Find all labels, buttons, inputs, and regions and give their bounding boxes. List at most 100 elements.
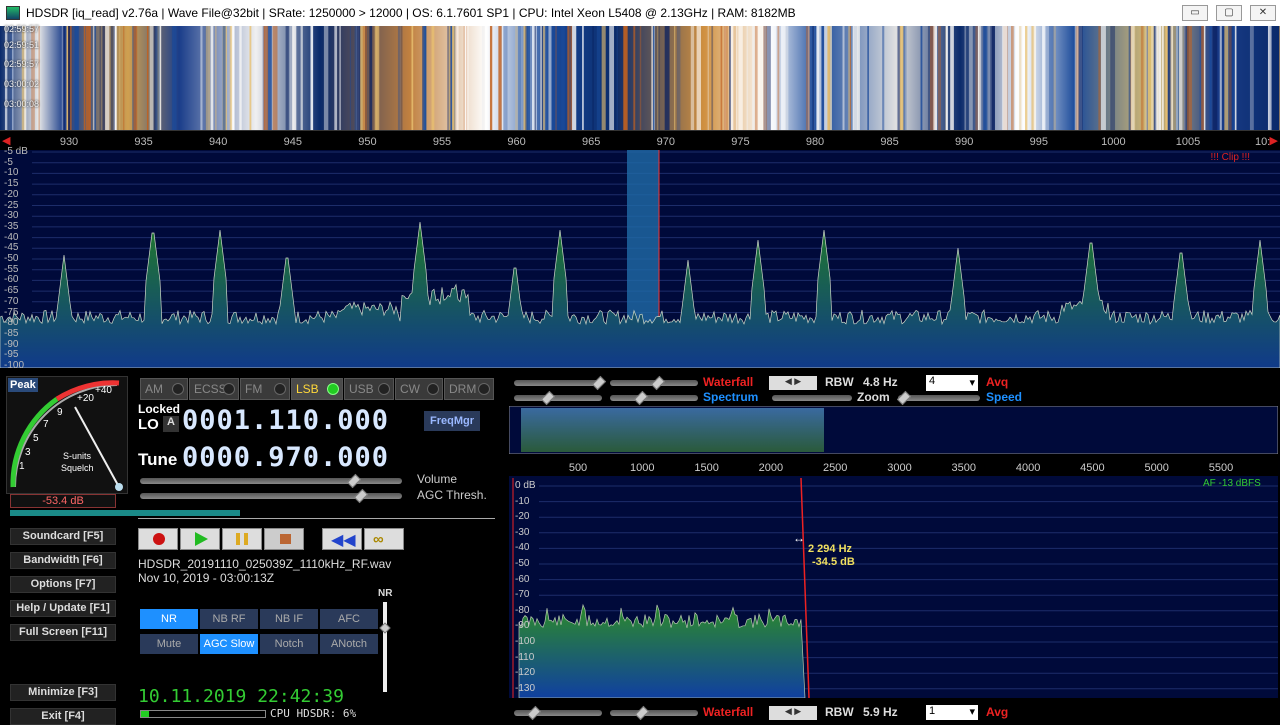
rbw-arrows[interactable]: ◀ ▶ (769, 376, 817, 390)
loop-icon: ∞ (373, 531, 384, 548)
options-button[interactable]: Options [F7] (10, 576, 116, 593)
mode-am-button[interactable]: AM (140, 378, 188, 400)
help-update-button[interactable]: Help / Update [F1] (10, 600, 116, 617)
freqmgr-button[interactable]: FreqMgr (424, 411, 480, 431)
loop-button[interactable]: ∞ (364, 528, 404, 550)
db-tick: -90 (4, 338, 19, 350)
minimize-window-button[interactable]: ▭ (1182, 5, 1208, 21)
afc-button[interactable]: AFC (320, 609, 378, 629)
time-label: 03:00:08 (4, 99, 40, 109)
smeter-label: 3 (25, 447, 31, 458)
nb-rf-button[interactable]: NB RF (200, 609, 258, 629)
mode-cw-button[interactable]: CW (395, 378, 443, 400)
anotch-button[interactable]: ANotch (320, 634, 378, 654)
af-axis-tick: 2000 (758, 462, 784, 474)
db-tick: -65 (4, 285, 19, 297)
frequency-axis[interactable]: ◀ ▶ 930 935 940 945 950 955 960 965 970 975 980 985… (0, 130, 1280, 150)
rf-waterfall[interactable] (0, 26, 1280, 130)
frequency-tick: 970 (656, 136, 675, 148)
frequency-tick: 940 (209, 136, 228, 148)
mode-ecss-button[interactable]: ECSS (189, 378, 239, 400)
pause-button[interactable] (222, 528, 262, 550)
db-tick: -60 (4, 274, 19, 286)
time-label: 03:00:02 (4, 79, 40, 89)
scroll-right-icon[interactable]: ▶ (1270, 134, 1278, 147)
af-display[interactable] (509, 406, 1278, 698)
squelch-label[interactable]: Squelch (61, 463, 94, 473)
nr-level-slider[interactable] (383, 602, 387, 692)
chevron-down-icon: ▾ (969, 706, 975, 718)
bottom-avg-select[interactable]: 1 ▾ (926, 705, 978, 720)
peak-button[interactable]: Peak (8, 378, 38, 392)
frequency-tick: 945 (283, 136, 302, 148)
close-window-button[interactable]: ✕ (1250, 5, 1276, 21)
led-icon (478, 383, 490, 395)
rf-spectrum[interactable] (0, 150, 1280, 368)
mode-label: DRM (449, 382, 477, 396)
bottom-contrast-slider[interactable] (610, 710, 698, 716)
af-db-tick: -10 (515, 495, 530, 507)
af-db-tick: -120 (515, 667, 536, 679)
tune-frequency-display[interactable]: 0000.970.000 (182, 442, 389, 473)
stop-button[interactable] (264, 528, 304, 550)
af-axis-tick: 1500 (694, 462, 719, 474)
time-label: 02:59:57 (4, 24, 40, 34)
af-db-tick: -50 (515, 558, 530, 569)
af-axis-tick: 2500 (822, 462, 848, 474)
maximize-window-button[interactable]: ▢ (1216, 5, 1242, 21)
lo-frequency-display[interactable]: 0001.110.000 (182, 405, 389, 436)
mute-button[interactable]: Mute (140, 634, 198, 654)
rewind-button[interactable]: ◀◀ (322, 528, 362, 550)
mode-lsb-button[interactable]: LSB (291, 378, 343, 400)
mode-usb-button[interactable]: USB (344, 378, 394, 400)
mode-label: CW (400, 382, 420, 396)
bandwidth-button[interactable]: Bandwidth [F6] (10, 552, 116, 569)
bottom-rbw-arrows[interactable]: ◀ ▶ (769, 706, 817, 720)
zoom-slider[interactable] (772, 395, 852, 401)
db-tick: -10 (4, 167, 19, 179)
spectrum-level-slider[interactable] (514, 395, 602, 401)
notch-button[interactable]: Notch (260, 634, 318, 654)
play-button[interactable] (180, 528, 220, 550)
mode-fm-button[interactable]: FM (240, 378, 290, 400)
db-tick: -35 (4, 220, 19, 232)
s-meter: +40 +20 9 7 5 3 1 S-units Squelch (6, 376, 128, 494)
frequency-tick: 930 (59, 136, 79, 148)
lo-lock-a-button[interactable]: A (163, 416, 179, 432)
af-db-tick: -20 (515, 511, 530, 523)
file-date: Nov 10, 2019 - 03:00:13Z (138, 571, 275, 585)
minimize-button[interactable]: Minimize [F3] (10, 684, 116, 701)
file-name: HDSDR_20191110_025039Z_1110kHz_RF.wav (138, 557, 392, 571)
signal-level-readout: -53.4 dB (10, 494, 116, 508)
avg-value: 4 (929, 375, 936, 387)
bottom-rbw-label: RBW (825, 705, 854, 719)
soundcard-button[interactable]: Soundcard [F5] (10, 528, 116, 545)
record-icon (153, 533, 165, 545)
nr-button[interactable]: NR (140, 609, 198, 629)
mode-drm-button[interactable]: DRM (444, 378, 494, 400)
af-db-tick: -60 (515, 573, 530, 585)
agc-slow-button[interactable]: AGC Slow (200, 634, 258, 654)
nb-if-button[interactable]: NB IF (260, 609, 318, 629)
spectrum-contrast-slider[interactable] (610, 395, 698, 401)
record-button[interactable] (138, 528, 178, 550)
rewind-icon: ◀◀ (331, 532, 356, 549)
title-bar: HDSDR [iq_read] v2.76a | Wave File@32bit… (0, 0, 1280, 26)
volume-slider[interactable] (140, 478, 402, 484)
full-screen-button[interactable]: Full Screen [F11] (10, 624, 116, 641)
pause-icon-bar (244, 533, 248, 545)
cursor-level: -34.5 dB (812, 556, 855, 568)
window-title: HDSDR [iq_read] v2.76a | Wave File@32bit… (26, 6, 796, 20)
signal-level-bar (10, 510, 240, 516)
clip-indicator: !!! Clip !!! (1210, 152, 1250, 163)
waterfall-level-slider[interactable] (514, 380, 602, 386)
waterfall-label: Waterfall (703, 375, 754, 389)
bottom-waterfall-label: Waterfall (703, 705, 754, 719)
exit-button[interactable]: Exit [F4] (10, 708, 116, 725)
af-axis-tick: 5000 (1144, 462, 1169, 474)
avg-select[interactable]: 4 ▾ (926, 375, 978, 391)
stop-icon (280, 534, 291, 544)
mode-label: AM (145, 382, 163, 396)
bottom-avg-value: 1 (929, 705, 936, 717)
af-db-tick: -40 (515, 542, 530, 554)
